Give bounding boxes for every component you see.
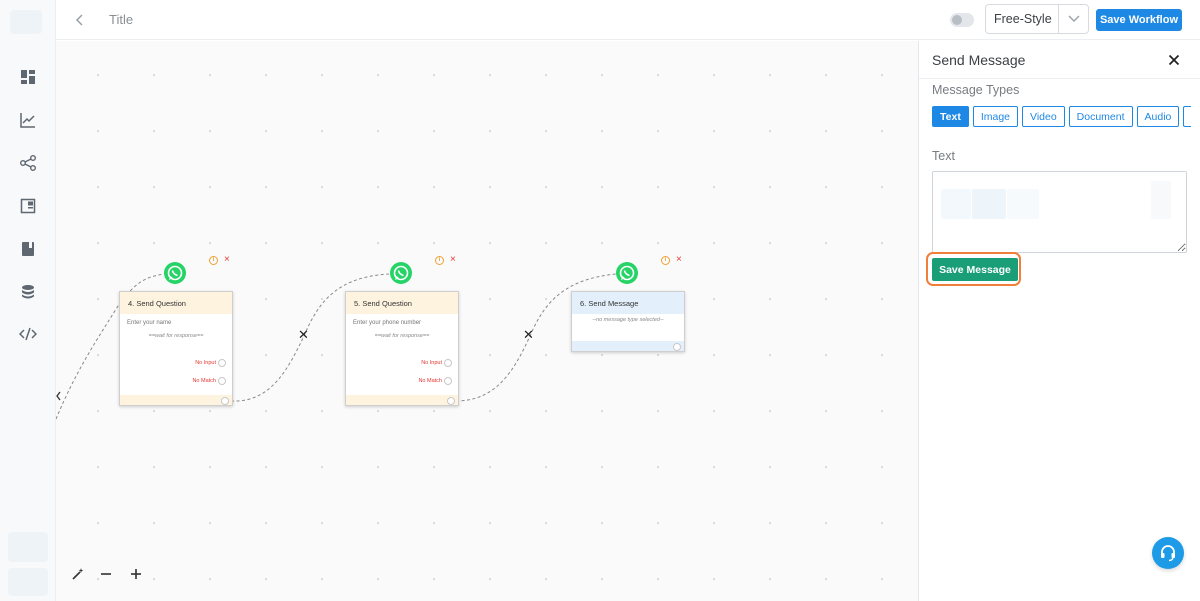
database-icon[interactable] (16, 280, 40, 304)
remove-node-icon[interactable]: × (450, 255, 456, 265)
node-wait-text: ==wait for response== (374, 333, 430, 339)
mode-select[interactable]: Free-Style (985, 4, 1089, 34)
message-types-label: Message Types (932, 83, 1020, 97)
layout-panel-icon[interactable] (16, 194, 40, 218)
redacted-content (1007, 189, 1039, 219)
tab-video[interactable]: Video (1022, 106, 1065, 127)
zoom-in-icon[interactable] (126, 564, 146, 584)
node-output-port[interactable] (120, 395, 232, 405)
tab-document[interactable]: Document (1068, 106, 1133, 127)
left-sidebar (0, 0, 56, 601)
mode-toggle[interactable] (950, 13, 974, 27)
save-message-button[interactable]: Save Message (932, 258, 1018, 281)
sidebar-footer-block (8, 568, 48, 596)
node-wait-text: ==wait for response== (148, 333, 204, 339)
send-message-panel: Send Message Message Types Text Image Vi… (918, 41, 1200, 601)
tab-more-clipped[interactable] (1183, 106, 1192, 127)
magic-wand-icon[interactable] (68, 564, 88, 584)
whatsapp-icon (615, 261, 639, 285)
port-no-input[interactable]: No Input (421, 359, 458, 367)
node-title: 6. Send Message (572, 292, 684, 314)
workflow-share-icon[interactable] (16, 151, 40, 175)
save-workflow-button[interactable]: Save Workflow (1096, 9, 1182, 31)
book-icon[interactable] (16, 237, 40, 261)
info-icon[interactable]: i (435, 256, 444, 265)
flow-node-send-question[interactable]: 5. Send Question Enter your phone number… (345, 291, 459, 406)
code-icon[interactable] (16, 322, 40, 346)
text-field-label: Text (932, 149, 955, 163)
flow-node-send-message[interactable]: 6. Send Message --no message type select… (571, 291, 685, 352)
whatsapp-icon (389, 261, 413, 285)
tab-audio[interactable]: Audio (1136, 106, 1180, 127)
port-no-match[interactable]: No Match (418, 377, 458, 385)
edge-arrow (56, 391, 61, 401)
tab-text[interactable]: Text (932, 106, 969, 127)
app-logo (10, 10, 42, 34)
mode-select-value: Free-Style (994, 12, 1052, 26)
tab-image[interactable]: Image (972, 106, 1018, 127)
support-headset-icon[interactable] (1152, 537, 1184, 569)
cut-edge-icon[interactable]: ✕ (298, 328, 309, 341)
chevron-down-icon[interactable] (1058, 5, 1088, 33)
divider (919, 78, 1200, 79)
top-bar: Title Free-Style Save Workflow (56, 0, 1200, 40)
sidebar-footer-block (8, 532, 48, 562)
node-message-text: --no message type selected-- (592, 317, 664, 323)
node-prompt: Enter your phone number (353, 320, 422, 326)
cut-edge-icon[interactable]: ✕ (523, 328, 534, 341)
node-title: 4. Send Question (120, 292, 232, 314)
panel-title: Send Message (932, 52, 1026, 68)
analytics-chart-icon[interactable] (16, 108, 40, 132)
node-title: 5. Send Question (346, 292, 458, 314)
message-type-tabs: Text Image Video Document Audio (932, 106, 1192, 127)
workflow-canvas[interactable]: ✕ ✕ i × 4. Send Question Enter your name… (56, 41, 918, 601)
node-output-port[interactable] (572, 341, 684, 351)
info-icon[interactable]: i (661, 256, 670, 265)
whatsapp-icon (163, 261, 187, 285)
close-icon[interactable] (1165, 51, 1183, 69)
back-arrow-icon[interactable] (70, 10, 90, 30)
info-icon[interactable]: i (209, 256, 218, 265)
zoom-out-icon[interactable] (96, 564, 116, 584)
remove-node-icon[interactable]: × (224, 255, 230, 265)
port-no-match[interactable]: No Match (192, 377, 232, 385)
redacted-content (1151, 181, 1171, 219)
flow-node-send-question[interactable]: 4. Send Question Enter your name ==wait … (119, 291, 233, 406)
redacted-content (941, 189, 971, 219)
redacted-content (972, 189, 1006, 219)
node-prompt: Enter your name (127, 320, 172, 326)
port-no-input[interactable]: No Input (195, 359, 232, 367)
page-title[interactable]: Title (109, 12, 133, 27)
node-output-port[interactable] (346, 395, 458, 405)
dashboard-icon[interactable] (16, 65, 40, 89)
remove-node-icon[interactable]: × (676, 255, 682, 265)
